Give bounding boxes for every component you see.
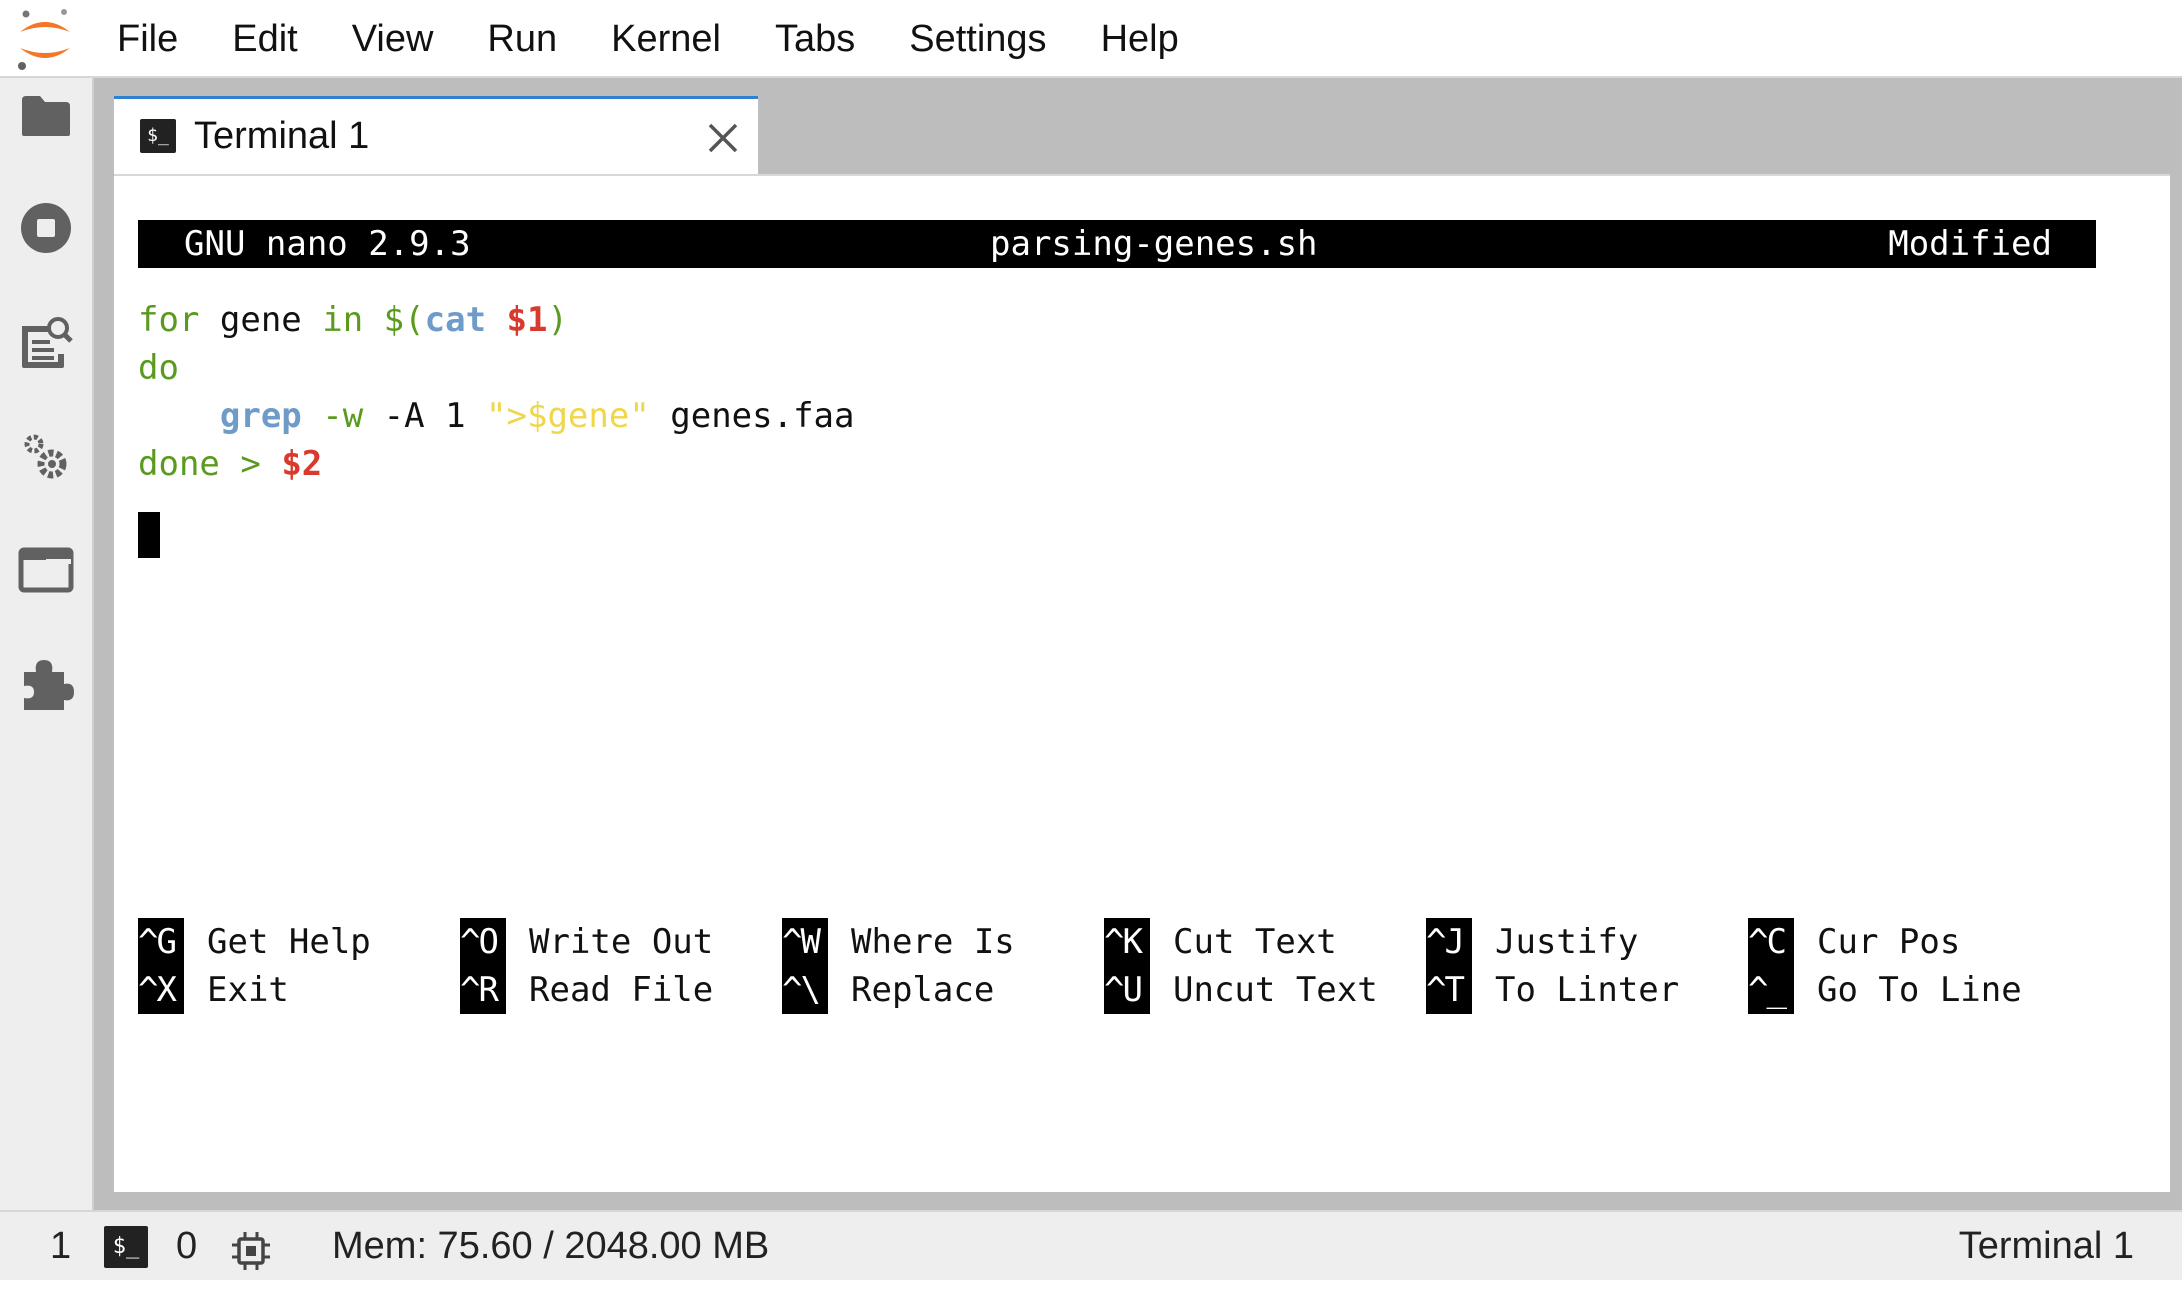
kernel-count[interactable]: 1 [50, 1212, 71, 1280]
menu-tabs[interactable]: Tabs [748, 0, 882, 78]
left-sidebar [0, 78, 94, 1210]
code-line-4: done > $2 [138, 440, 322, 488]
keyword-done: done [138, 444, 220, 484]
command-cat: cat [424, 300, 487, 340]
main-dock-area: $_ Terminal 1 GNU nano 2.9.3 parsing-gen… [94, 78, 2182, 1210]
menu-kernel[interactable]: Kernel [584, 0, 748, 78]
shortcut-to-linter[interactable]: ^T To Linter [1426, 966, 1679, 1014]
shortcut-go-to-line[interactable]: ^_ Go To Line [1748, 966, 2022, 1014]
code-line-1: for gene in $(cat $1) [138, 296, 568, 344]
command-substitution-close: ) [547, 300, 568, 340]
nano-editor[interactable]: GNU nano 2.9.3 parsing-genes.sh Modified… [138, 220, 2098, 1170]
menu-edit[interactable]: Edit [205, 0, 324, 78]
tab-terminal-1[interactable]: $_ Terminal 1 [114, 96, 758, 174]
argument-1: $1 [506, 300, 548, 340]
menu-items: File Edit View Run Kernel Tabs Settings … [90, 0, 1206, 78]
shortcut-replace[interactable]: ^\ Replace [782, 966, 994, 1014]
shortcut-where-is[interactable]: ^W Where Is [782, 918, 1015, 966]
code-line-3: grep -w -A 1 ">$gene" genes.faa [138, 392, 855, 440]
menu-view[interactable]: View [325, 0, 461, 78]
menu-help[interactable]: Help [1074, 0, 1206, 78]
menu-settings[interactable]: Settings [882, 0, 1073, 78]
nano-modified-status: Modified [1888, 224, 2052, 264]
command-substitution-open: $( [363, 300, 425, 340]
cpu-chip-icon [230, 1226, 272, 1270]
keyword-do: do [138, 348, 179, 388]
input-file: genes.faa [649, 396, 855, 436]
redirect-operator: > [219, 444, 282, 484]
nano-filename: parsing-genes.sh [990, 224, 1318, 264]
extension-puzzle-icon[interactable] [16, 654, 76, 714]
flag-w: -w [301, 396, 384, 436]
stop-circle-icon[interactable] [16, 198, 76, 258]
terminal-icon: $_ [104, 1226, 148, 1268]
nano-version: GNU nano 2.9.3 [184, 224, 471, 264]
menu-bar: File Edit View Run Kernel Tabs Settings … [0, 0, 2182, 78]
folder-icon[interactable] [16, 86, 76, 146]
code-line-2: do [138, 344, 179, 392]
shortcut-read-file[interactable]: ^R Read File [460, 966, 713, 1014]
shortcut-justify[interactable]: ^J Justify [1426, 918, 1638, 966]
terminal-panel[interactable]: GNU nano 2.9.3 parsing-genes.sh Modified… [114, 174, 2170, 1192]
jupyter-logo-icon[interactable] [14, 6, 76, 72]
keyword-for: for [138, 300, 200, 340]
shortcut-get-help[interactable]: ^G Get Help [138, 918, 371, 966]
argument-2: $2 [281, 444, 323, 484]
shortcut-uncut-text[interactable]: ^U Uncut Text [1104, 966, 1378, 1014]
grep-options: -A 1 [383, 396, 487, 436]
menu-run[interactable]: Run [460, 0, 584, 78]
terminal-count[interactable]: 0 [176, 1212, 197, 1280]
nano-title-bar: GNU nano 2.9.3 parsing-genes.sh Modified [138, 220, 2096, 268]
shortcut-cur-pos[interactable]: ^C Cur Pos [1748, 918, 1960, 966]
status-bar: 1 $_ 0 Mem: 75.60 / 2048.00 MB Terminal … [0, 1210, 2182, 1280]
shortcut-cut-text[interactable]: ^K Cut Text [1104, 918, 1337, 966]
memory-usage: Mem: 75.60 / 2048.00 MB [332, 1225, 770, 1267]
active-item-name: Terminal 1 [1958, 1225, 2134, 1267]
terminal-icon: $_ [140, 119, 176, 153]
text-cursor [138, 512, 160, 558]
property-inspector-icon[interactable] [16, 312, 76, 372]
gears-icon[interactable] [16, 426, 76, 486]
menu-file[interactable]: File [90, 0, 205, 78]
command-grep: grep [219, 396, 302, 436]
tabs-icon[interactable] [16, 540, 76, 600]
shortcut-write-out[interactable]: ^O Write Out [460, 918, 713, 966]
shortcut-exit[interactable]: ^X Exit [138, 966, 289, 1014]
tab-label: Terminal 1 [194, 115, 370, 157]
keyword-in: in [322, 300, 364, 340]
close-icon[interactable] [704, 119, 742, 157]
loop-variable: gene [199, 300, 323, 340]
pattern-string: ">$gene" [486, 396, 650, 436]
